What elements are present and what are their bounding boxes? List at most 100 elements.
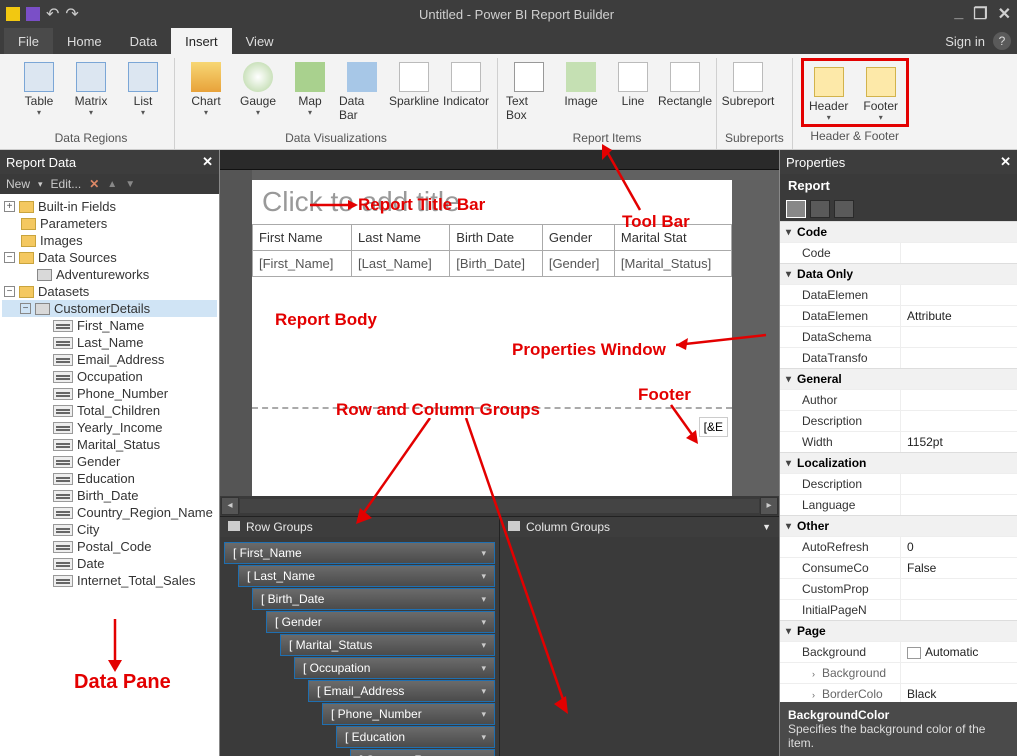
menu-insert[interactable]: Insert	[171, 28, 232, 54]
gauge-button[interactable]: Gauge▾	[235, 62, 281, 117]
field-postal_code[interactable]: Postal_Code	[2, 538, 217, 555]
databar-button[interactable]: Data Bar	[339, 62, 385, 122]
menu-file[interactable]: File	[4, 28, 53, 54]
close-icon[interactable]: ✕	[998, 4, 1011, 24]
prop-row[interactable]: AutoRefresh0	[780, 536, 1017, 557]
row-group-1[interactable]: [ Last_Name▾	[238, 565, 495, 587]
prop-category[interactable]: ▾Code	[780, 221, 1017, 242]
field-city[interactable]: City	[2, 521, 217, 538]
report-page[interactable]: Click to add title First NameLast NameBi…	[252, 180, 732, 496]
row-group-3[interactable]: [ Gender▾	[266, 611, 495, 633]
menu-view[interactable]: View	[232, 28, 288, 54]
prop-row[interactable]: DataElemenAttribute	[780, 305, 1017, 326]
footer-button[interactable]: Footer▾	[858, 67, 904, 122]
sparkline-button[interactable]: Sparkline	[391, 62, 437, 108]
row-group-2[interactable]: [ Birth_Date▾	[252, 588, 495, 610]
row-group-4[interactable]: [ Marital_Status▾	[280, 634, 495, 656]
minimize-icon[interactable]: _	[954, 4, 963, 24]
field-country_region_name[interactable]: Country_Region_Name	[2, 504, 217, 521]
field-gender[interactable]: Gender	[2, 453, 217, 470]
alphabetical-icon[interactable]	[810, 200, 830, 218]
list-button[interactable]: List▾	[120, 62, 166, 117]
prop-row[interactable]: InitialPageN	[780, 599, 1017, 620]
row-group-8[interactable]: [ Education▾	[336, 726, 495, 748]
report-title-placeholder[interactable]: Click to add title	[252, 180, 732, 224]
field-date[interactable]: Date	[2, 555, 217, 572]
save-icon[interactable]	[26, 7, 40, 21]
menu-data[interactable]: Data	[116, 28, 171, 54]
prop-row[interactable]: Description	[780, 410, 1017, 431]
image-button[interactable]: Image	[558, 62, 604, 108]
matrix-button[interactable]: Matrix▾	[68, 62, 114, 117]
report-footer[interactable]: [&E	[252, 407, 732, 449]
up-arrow-icon[interactable]: ▲	[107, 179, 117, 190]
properties-pane: Properties✕ Report ▾CodeCode▾Data OnlyDa…	[779, 150, 1017, 756]
new-button[interactable]: New	[6, 177, 30, 191]
sign-in-link[interactable]: Sign in	[945, 34, 993, 49]
prop-category[interactable]: ▾Other	[780, 515, 1017, 536]
help-icon[interactable]: ?	[993, 32, 1011, 50]
field-total_children[interactable]: Total_Children	[2, 402, 217, 419]
prop-row[interactable]: Width1152pt	[780, 431, 1017, 452]
line-button[interactable]: Line	[610, 62, 656, 108]
prop-category[interactable]: ▾General	[780, 368, 1017, 389]
close-icon[interactable]: ✕	[1000, 154, 1011, 170]
row-group-9[interactable]: [ Country_Re...▾	[350, 749, 495, 756]
execution-time-expr[interactable]: [&E	[699, 417, 728, 437]
chart-button[interactable]: Chart▾	[183, 62, 229, 117]
header-button[interactable]: Header▾	[806, 67, 852, 122]
map-button[interactable]: Map▾	[287, 62, 333, 117]
field-email_address[interactable]: Email_Address	[2, 351, 217, 368]
field-phone_number[interactable]: Phone_Number	[2, 385, 217, 402]
prop-row[interactable]: DataTransfo	[780, 347, 1017, 368]
down-arrow-icon[interactable]: ▼	[125, 179, 135, 190]
prop-row[interactable]: ›Background	[780, 662, 1017, 683]
rectangle-button[interactable]: Rectangle	[662, 62, 708, 108]
prop-row[interactable]: Author	[780, 389, 1017, 410]
table-button[interactable]: Table▾	[16, 62, 62, 117]
horizontal-scrollbar[interactable]: ◂▸	[220, 496, 779, 516]
properties-list[interactable]: ▾CodeCode▾Data OnlyDataElemenDataElemenA…	[780, 221, 1017, 702]
row-group-0[interactable]: [ First_Name▾	[224, 542, 495, 564]
delete-icon[interactable]: ✕	[89, 177, 99, 191]
row-group-6[interactable]: [ Email_Address▾	[308, 680, 495, 702]
prop-row[interactable]: DataElemen	[780, 284, 1017, 305]
prop-row[interactable]: Language	[780, 494, 1017, 515]
prop-row[interactable]: BackgroundAutomatic	[780, 641, 1017, 662]
field-occupation[interactable]: Occupation	[2, 368, 217, 385]
prop-row[interactable]: CustomProp	[780, 578, 1017, 599]
report-table[interactable]: First NameLast NameBirth DateGenderMarit…	[252, 224, 732, 277]
prop-row[interactable]: Code	[780, 242, 1017, 263]
property-pages-icon[interactable]	[834, 200, 854, 218]
field-birth_date[interactable]: Birth_Date	[2, 487, 217, 504]
indicator-button[interactable]: Indicator	[443, 62, 489, 108]
prop-category[interactable]: ▾Localization	[780, 452, 1017, 473]
prop-category[interactable]: ▾Data Only	[780, 263, 1017, 284]
field-internet_total_sales[interactable]: Internet_Total_Sales	[2, 572, 217, 589]
maximize-icon[interactable]: ❐	[973, 4, 987, 24]
report-data-title: Report Data	[6, 155, 76, 170]
field-marital_status[interactable]: Marital_Status	[2, 436, 217, 453]
prop-category[interactable]: ▾Page	[780, 620, 1017, 641]
properties-object[interactable]: Report	[780, 174, 1017, 197]
field-yearly_income[interactable]: Yearly_Income	[2, 419, 217, 436]
subreport-button[interactable]: Subreport	[725, 62, 771, 108]
menu-home[interactable]: Home	[53, 28, 116, 54]
prop-row[interactable]: ConsumeCoFalse	[780, 557, 1017, 578]
field-last_name[interactable]: Last_Name	[2, 334, 217, 351]
edit-button[interactable]: Edit...	[51, 177, 82, 191]
row-group-7[interactable]: [ Phone_Number▾	[322, 703, 495, 725]
categorized-icon[interactable]	[786, 200, 806, 218]
row-group-5[interactable]: [ Occupation▾	[294, 657, 495, 679]
field-education[interactable]: Education	[2, 470, 217, 487]
close-icon[interactable]: ✕	[202, 154, 213, 170]
prop-row[interactable]: DataSchema	[780, 326, 1017, 347]
chevron-down-icon[interactable]: ▼	[762, 522, 771, 532]
field-first_name[interactable]: First_Name	[2, 317, 217, 334]
report-data-tree[interactable]: +Built-in Fields Parameters Images −Data…	[0, 194, 219, 756]
textbox-button[interactable]: Text Box	[506, 62, 552, 122]
redo-icon[interactable]: ↷	[65, 4, 78, 24]
undo-icon[interactable]: ↶	[46, 4, 59, 24]
prop-row[interactable]: ›BorderColoBlack	[780, 683, 1017, 702]
prop-row[interactable]: Description	[780, 473, 1017, 494]
